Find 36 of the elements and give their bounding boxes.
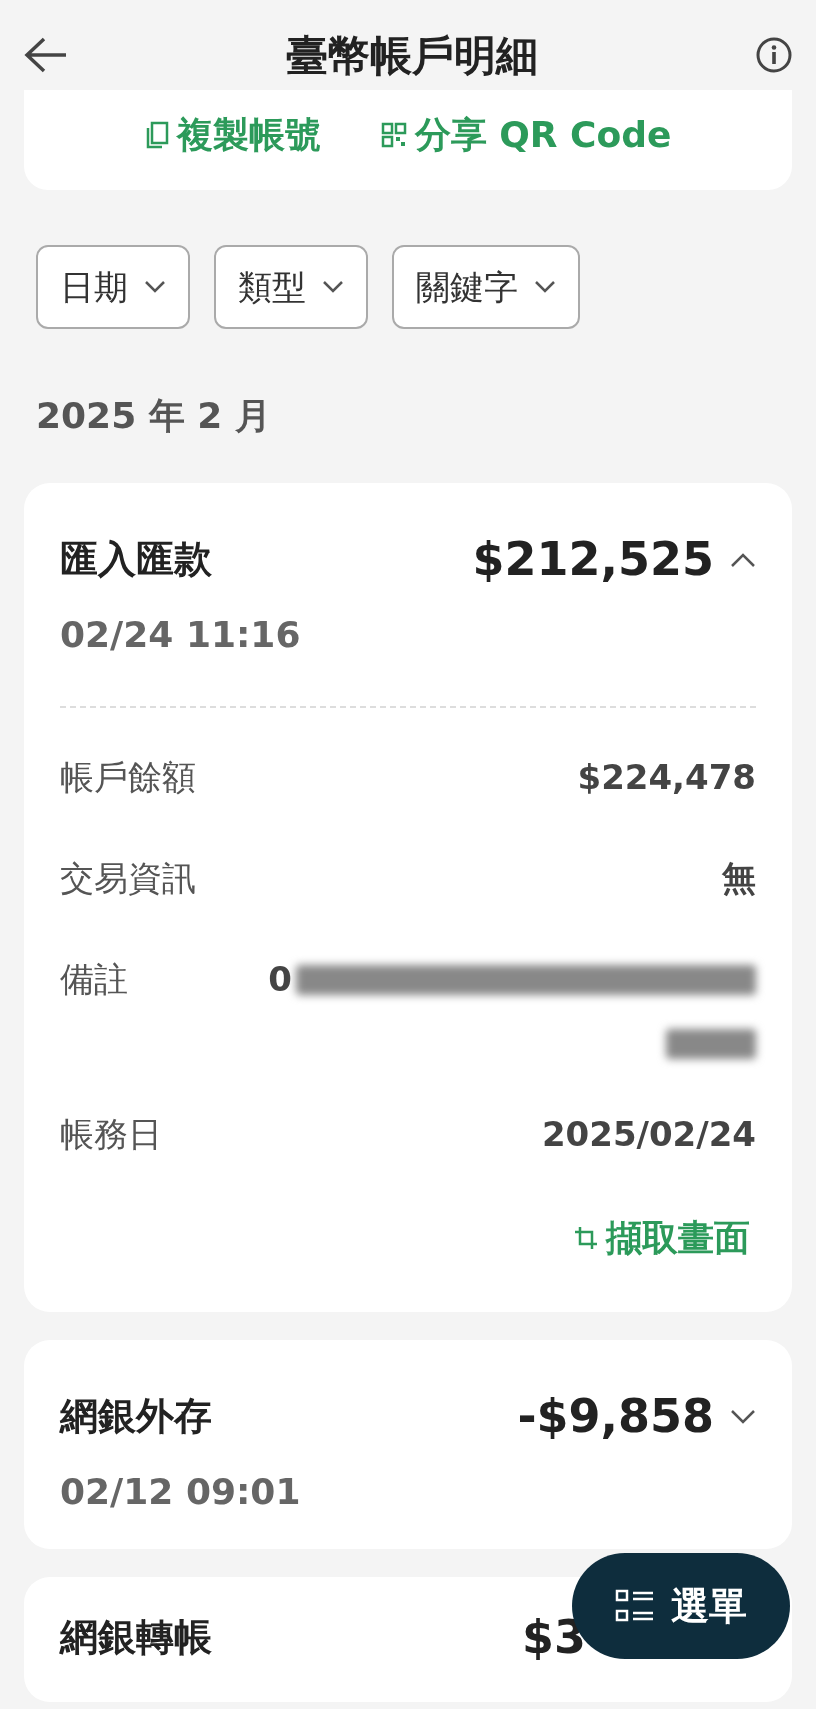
- transaction-title: 匯入匯款: [60, 536, 212, 583]
- filter-dropdown[interactable]: 關鍵字: [392, 245, 580, 329]
- transaction-date: 02/12 09:01: [60, 1470, 302, 1514]
- chevron-down-icon: [322, 280, 344, 294]
- qr-code-icon: [380, 122, 407, 148]
- detail-value: 2025/02/24: [541, 1113, 756, 1156]
- transaction-card[interactable]: 匯入匯款 $212,525 02/24 11:16 帳戶餘額 $224,478 交易資訊 無 備註 0 帳務日 2025/02/24 擷取畫面: [24, 483, 792, 1312]
- transaction-date: 02/24 11:16: [60, 613, 302, 657]
- transaction-title: 網銀外存: [60, 1393, 212, 1440]
- detail-value: 0: [268, 958, 292, 1001]
- filter-dropdown[interactable]: 類型: [214, 245, 368, 329]
- chevron-down-icon: [534, 280, 556, 294]
- copy-icon: [144, 121, 169, 149]
- chevron-up-icon[interactable]: [730, 551, 756, 568]
- chevron-down-icon[interactable]: [730, 1408, 756, 1425]
- info-icon[interactable]: [756, 37, 792, 73]
- transaction-title: 網銀轉帳: [60, 1614, 212, 1661]
- detail-label: 帳戶餘額: [60, 756, 196, 799]
- page-title: 臺幣帳戶明細: [286, 29, 538, 82]
- filter-dropdown[interactable]: 日期: [36, 245, 190, 329]
- detail-label: 交易資訊: [60, 857, 196, 900]
- detail-value: 無: [722, 857, 756, 900]
- share-qr-link[interactable]: 分享 QR Code: [374, 107, 678, 163]
- month-heading: 2025 年 2 月: [36, 394, 272, 438]
- transaction-amount: $212,525: [472, 531, 714, 588]
- detail-value: $224,478: [577, 756, 756, 799]
- detail-label: 備註: [60, 958, 128, 1001]
- transaction-card[interactable]: 網銀外存 -$9,858 02/12 09:01: [24, 1340, 792, 1549]
- crop-icon: [574, 1226, 598, 1250]
- chevron-down-icon: [144, 280, 166, 294]
- transaction-amount: -$9,858: [517, 1388, 714, 1445]
- list-icon: [615, 1588, 655, 1624]
- back-icon[interactable]: [24, 37, 68, 73]
- screenshot-link[interactable]: 擷取畫面: [568, 1210, 756, 1266]
- detail-label: 帳務日: [60, 1113, 162, 1156]
- copy-account-link[interactable]: 複製帳號: [138, 107, 327, 163]
